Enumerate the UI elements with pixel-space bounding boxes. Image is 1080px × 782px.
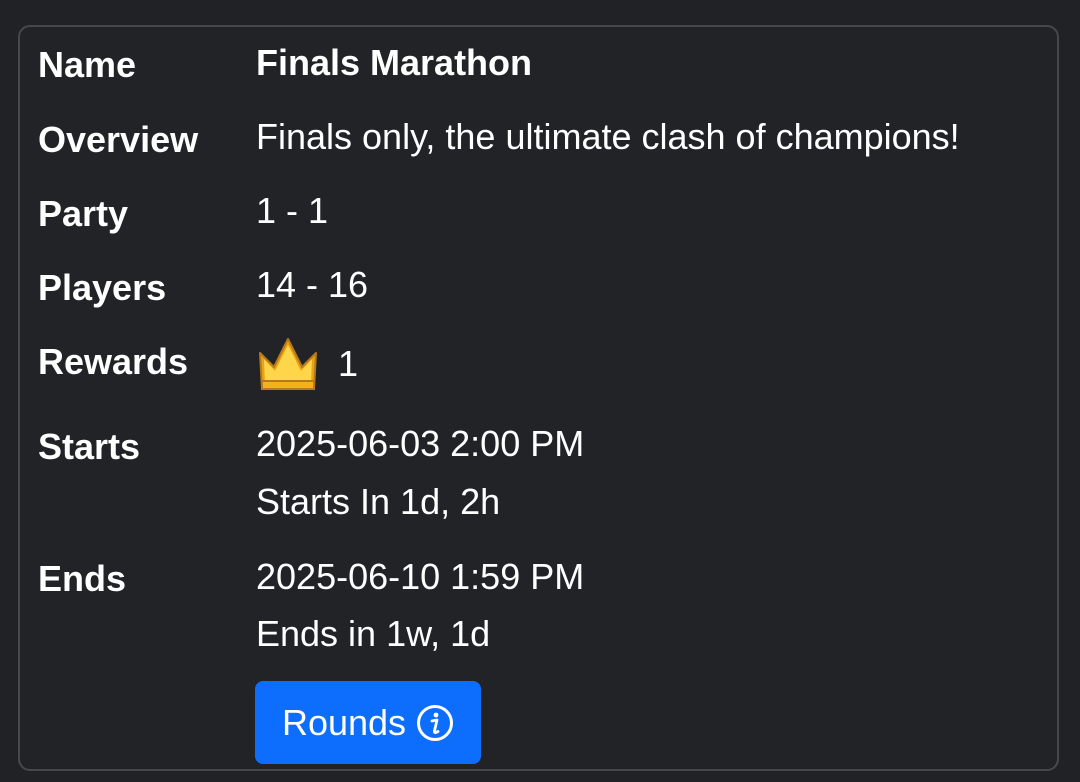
party-value: 1 - 1 <box>256 190 329 231</box>
party-label: Party <box>38 193 129 234</box>
rounds-button-label: Rounds <box>281 701 407 743</box>
rounds-button[interactable]: Rounds <box>255 681 481 764</box>
starts-relative: Starts In 1d, 2h <box>256 481 501 522</box>
name-label: Name <box>38 44 137 85</box>
ends-relative: Ends in 1w, 1d <box>256 613 491 654</box>
ends-label: Ends <box>38 558 127 599</box>
crown-icon <box>259 338 317 390</box>
event-name: Finals Marathon <box>256 42 533 83</box>
starts-label: Starts <box>38 426 141 467</box>
rewards-count: 1 <box>338 343 359 384</box>
rewards-label: Rewards <box>38 341 189 382</box>
info-icon <box>417 704 454 741</box>
event-details-card: Name Finals Marathon Overview Finals onl… <box>18 25 1059 771</box>
starts-datetime: 2025-06-03 2:00 PM <box>256 423 585 464</box>
overview-label: Overview <box>38 119 199 160</box>
overview-value: Finals only, the ultimate clash of champ… <box>256 116 960 157</box>
players-value: 14 - 16 <box>256 264 369 305</box>
ends-datetime: 2025-06-10 1:59 PM <box>256 556 585 597</box>
players-label: Players <box>38 267 167 308</box>
